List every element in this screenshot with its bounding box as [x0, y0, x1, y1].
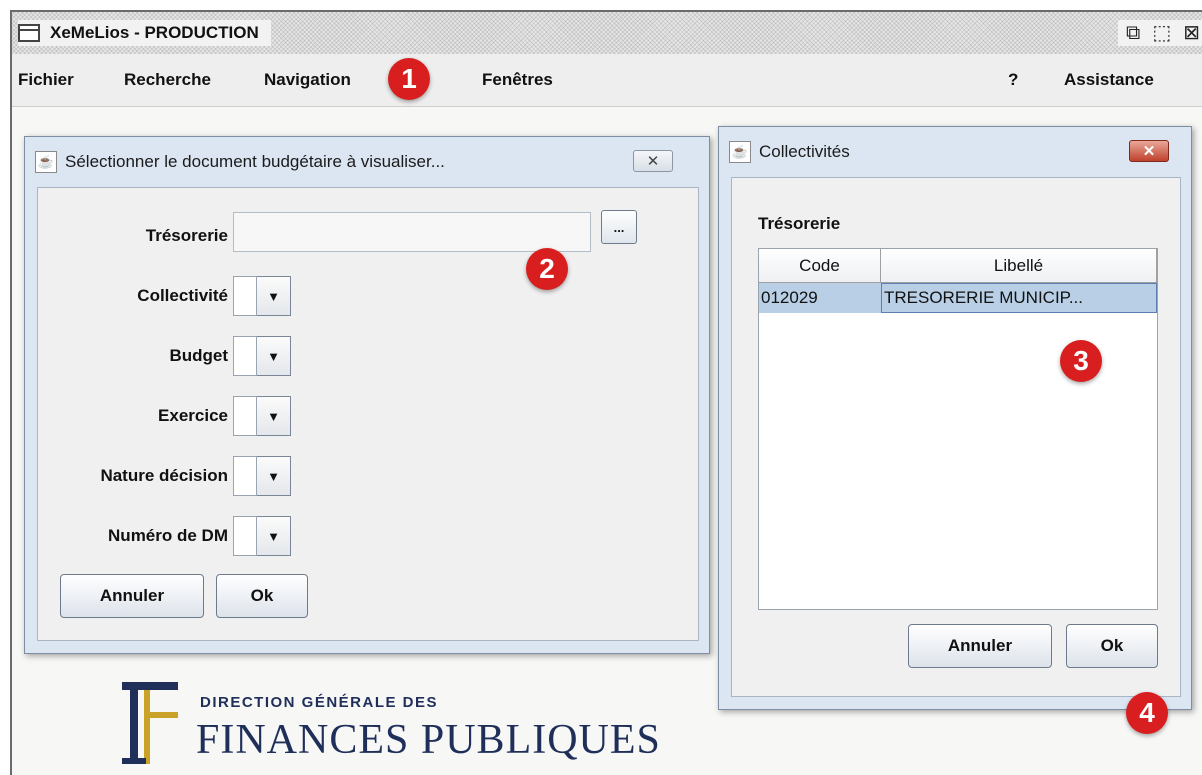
dialog-title-bar[interactable]: ☕ Collectivités ✕ [719, 127, 1191, 177]
exercice-label: Exercice [158, 406, 228, 425]
java-cup-icon: ☕ [35, 151, 57, 173]
menu-assistance[interactable]: Assistance [1064, 70, 1154, 90]
budget-label: Budget [169, 346, 228, 365]
dgfip-logo: DIRECTION GÉNÉRALE DES FINANCES PUBLIQUE… [112, 670, 672, 770]
numero-dm-label: Numéro de DM [108, 526, 228, 545]
nature-decision-select[interactable]: ▼ [233, 456, 291, 496]
window-controls: ⧉ ⬚ ⊠ [1118, 20, 1202, 46]
step-marker-2: 2 [526, 248, 568, 290]
title-bar[interactable]: XeMeLios - PRODUCTION ⧉ ⬚ ⊠ [12, 12, 1202, 54]
budget-select[interactable]: ▼ [233, 336, 291, 376]
table-cell-code[interactable]: 012029 [759, 283, 881, 313]
combo-value[interactable] [233, 336, 257, 376]
logo-line1: DIRECTION GÉNÉRALE DES [200, 694, 439, 711]
nature-decision-label: Nature décision [100, 466, 228, 485]
tresorerie-field[interactable] [233, 212, 591, 252]
browse-tresorerie-button[interactable]: ... [601, 210, 637, 244]
close-button[interactable]: ✕ [1129, 140, 1169, 162]
maximize-icon[interactable]: ⬚ [1152, 22, 1171, 44]
chevron-down-icon[interactable]: ▼ [257, 396, 291, 436]
collectivite-select[interactable]: ▼ [233, 276, 291, 316]
collectivites-dialog: ☕ Collectivités ✕ Trésorerie Code Libell… [718, 126, 1192, 710]
app-title: XeMeLios - PRODUCTION [50, 23, 259, 42]
menu-help[interactable]: ? [1008, 70, 1018, 90]
ok-button[interactable]: Ok [1066, 624, 1158, 668]
ok-button[interactable]: Ok [216, 574, 308, 618]
step-marker-4: 4 [1126, 692, 1168, 734]
dialog-title-bar[interactable]: ☕ Sélectionner le document budgétaire à … [25, 137, 709, 187]
chevron-down-icon[interactable]: ▼ [257, 456, 291, 496]
cancel-button[interactable]: Annuler [60, 574, 204, 618]
chevron-down-icon[interactable]: ▼ [257, 276, 291, 316]
combo-value[interactable] [233, 456, 257, 496]
combo-value[interactable] [233, 396, 257, 436]
java-cup-icon: ☕ [729, 141, 751, 163]
numero-dm-select[interactable]: ▼ [233, 516, 291, 556]
dialog-content: Trésorerie ... Collectivité ▼ Budget ▼ E… [37, 187, 699, 641]
dgfip-emblem-icon [122, 682, 178, 764]
menu-bar: Fichier Recherche Navigation Fenêtres ? … [12, 54, 1202, 107]
collectivites-table[interactable]: Code Libellé 012029 TRESORERIE MUNICIP..… [758, 248, 1158, 610]
minimize-icon[interactable]: ⧉ [1126, 22, 1140, 44]
step-marker-3: 3 [1060, 340, 1102, 382]
chevron-down-icon[interactable]: ▼ [257, 336, 291, 376]
title-group: XeMeLios - PRODUCTION [18, 20, 271, 46]
exercice-select[interactable]: ▼ [233, 396, 291, 436]
menu-fenetres[interactable]: Fenêtres [482, 70, 553, 90]
menu-recherche[interactable]: Recherche [124, 70, 211, 90]
app-window-icon [18, 24, 40, 42]
collectivite-label: Collectivité [137, 286, 228, 305]
menu-fichier[interactable]: Fichier [18, 70, 74, 90]
combo-value[interactable] [233, 276, 257, 316]
dialog-title: Collectivités [759, 142, 850, 161]
menu-navigation[interactable]: Navigation [264, 70, 351, 90]
column-header-libelle[interactable]: Libellé [881, 249, 1157, 283]
table-cell-libelle[interactable]: TRESORERIE MUNICIP... [881, 283, 1157, 313]
select-document-dialog: ☕ Sélectionner le document budgétaire à … [24, 136, 710, 654]
dialog-content: Trésorerie Code Libellé 012029 TRESORERI… [731, 177, 1181, 697]
combo-value[interactable] [233, 516, 257, 556]
logo-line2: FINANCES PUBLIQUES [196, 717, 661, 763]
close-icon[interactable]: ⊠ [1183, 22, 1200, 44]
cancel-button[interactable]: Annuler [908, 624, 1052, 668]
dialog-title: Sélectionner le document budgétaire à vi… [65, 152, 445, 171]
section-label: Trésorerie [758, 214, 841, 233]
column-header-code[interactable]: Code [759, 249, 881, 283]
chevron-down-icon[interactable]: ▼ [257, 516, 291, 556]
step-marker-1: 1 [388, 58, 430, 100]
close-button[interactable]: ✕ [633, 150, 673, 172]
tresorerie-label: Trésorerie [145, 226, 228, 245]
